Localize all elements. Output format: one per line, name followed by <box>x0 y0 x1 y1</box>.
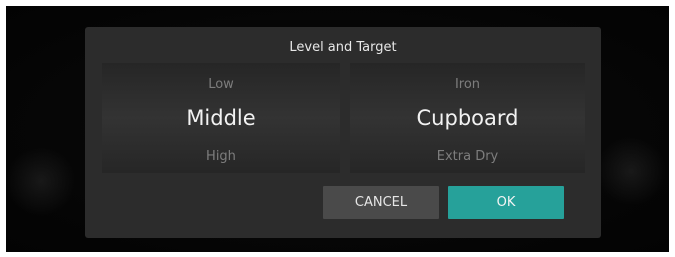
target-option-selected[interactable]: Cupboard <box>350 106 585 130</box>
level-option-previous[interactable]: Low <box>102 77 340 92</box>
dialog-title: Level and Target <box>289 40 397 55</box>
level-option-next[interactable]: High <box>102 149 340 164</box>
level-option-selected[interactable]: Middle <box>102 106 340 130</box>
device-screen: Level and Target Low Middle High Iron Cu… <box>6 6 669 252</box>
target-option-previous[interactable]: Iron <box>350 77 585 92</box>
target-option-next[interactable]: Extra Dry <box>350 149 585 164</box>
background-glow-right <box>596 136 666 206</box>
background-glow-left <box>6 146 76 216</box>
cancel-button[interactable]: CANCEL <box>323 186 439 219</box>
ok-button[interactable]: OK <box>448 186 564 219</box>
level-target-dialog: Level and Target Low Middle High Iron Cu… <box>85 27 601 238</box>
target-picker[interactable]: Iron Cupboard Extra Dry <box>350 63 585 173</box>
level-picker[interactable]: Low Middle High <box>102 63 340 173</box>
